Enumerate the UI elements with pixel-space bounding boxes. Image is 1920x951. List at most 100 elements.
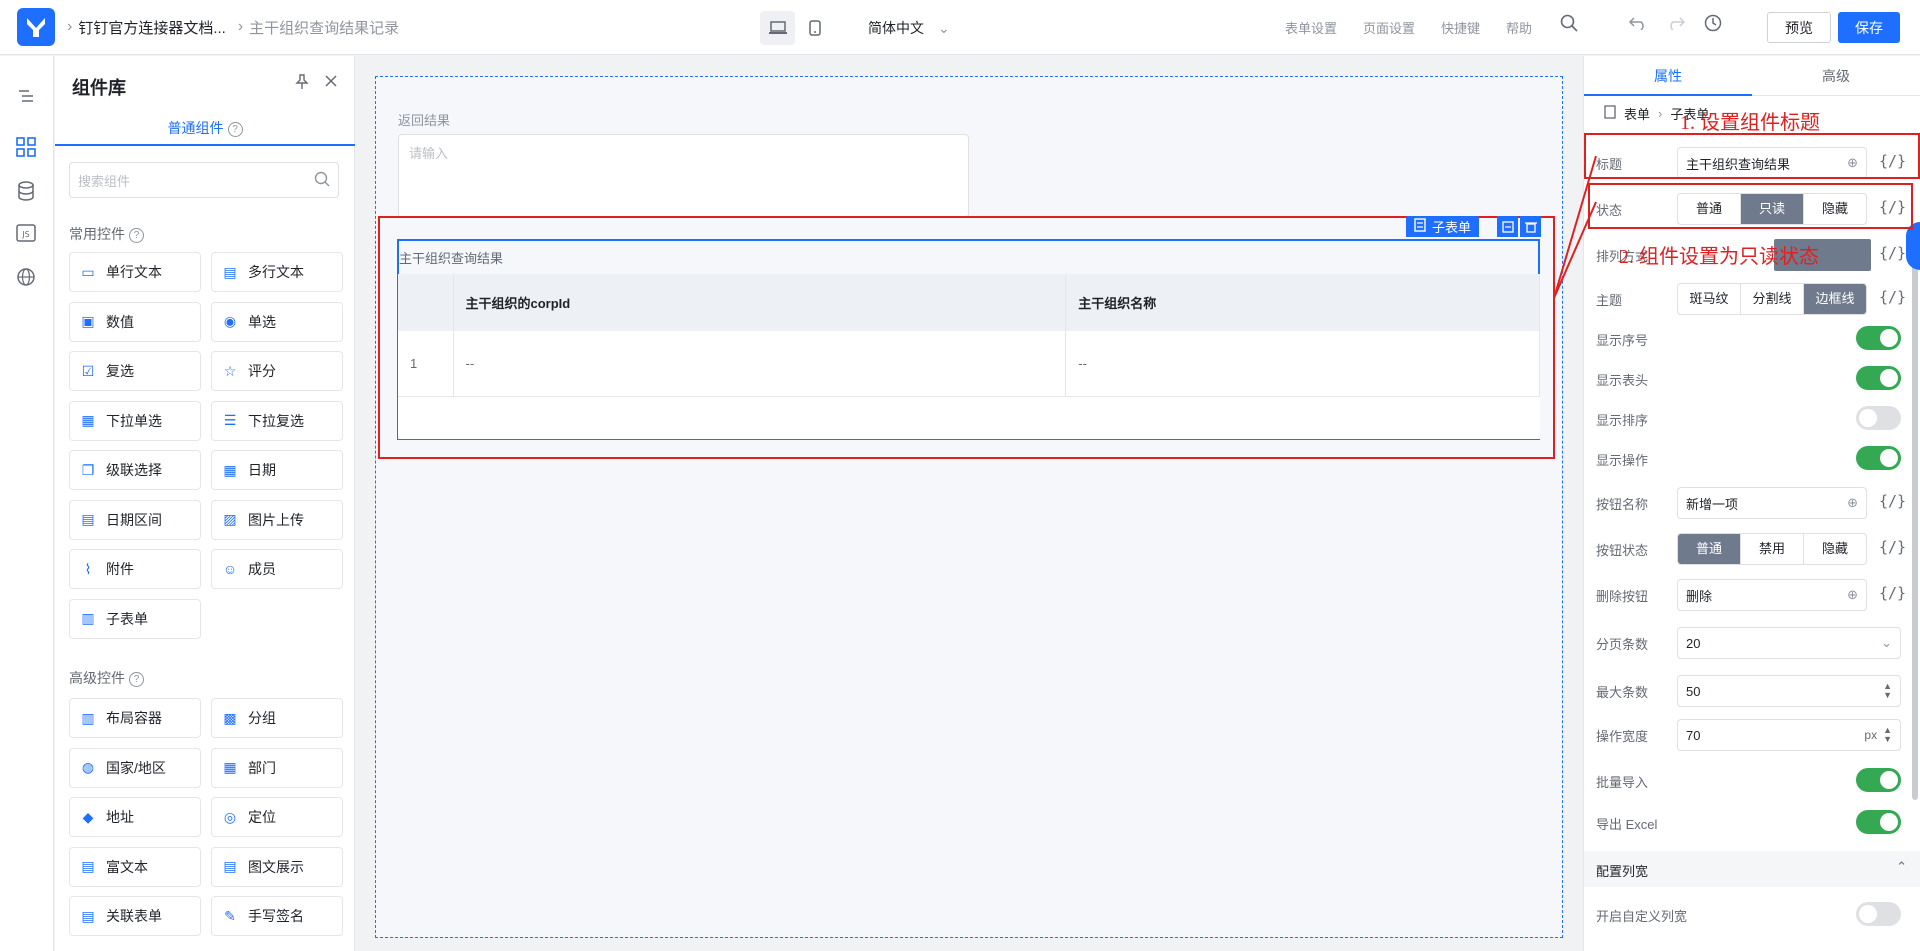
js-icon[interactable]: JS — [13, 220, 39, 246]
expression-icon[interactable]: {/} — [1879, 288, 1906, 306]
chevron-down-icon: ⌄ — [938, 19, 950, 36]
globe-icon[interactable] — [13, 264, 39, 290]
button-status-disabled[interactable]: 禁用 — [1741, 534, 1804, 564]
stepper-icon[interactable]: ▲ ▼ — [1883, 726, 1892, 744]
component-item[interactable]: ▤ 多行文本 — [211, 252, 343, 292]
component-item[interactable]: ▩ 分组 — [211, 698, 343, 738]
desktop-icon[interactable] — [760, 11, 795, 45]
component-item[interactable]: ▥ 子表单 — [69, 598, 201, 639]
undo-icon[interactable] — [1628, 16, 1648, 33]
config-col-width-header[interactable]: 配置列宽 ⌃ — [1584, 851, 1920, 887]
component-item[interactable]: ▦ 部门 — [211, 747, 343, 788]
tab-basic-components[interactable]: 普通组件? — [55, 116, 355, 146]
help-icon[interactable]: ? — [129, 228, 144, 243]
op-width-suffix: px ▲ ▼ — [1864, 726, 1892, 744]
globe-icon[interactable]: ⊕ — [1847, 495, 1858, 511]
component-item[interactable]: ▣ 数值 — [69, 301, 201, 342]
show-sort-toggle[interactable] — [1856, 406, 1901, 430]
breadcrumb-page[interactable]: 主干组织查询结果记录 — [249, 17, 399, 38]
component-item[interactable]: ◎ 定位 — [211, 797, 343, 837]
delete-icon[interactable] — [1520, 216, 1541, 237]
form-canvas[interactable]: 返回结果 请输入 — [375, 76, 1563, 938]
layout-icon: ▥ — [81, 709, 95, 726]
top-links: 表单设置 页面设置 快捷键 帮助 — [1285, 18, 1532, 37]
export-excel-toggle[interactable] — [1856, 810, 1901, 834]
batch-import-toggle[interactable] — [1856, 768, 1901, 792]
component-item[interactable]: ☆ 评分 — [211, 351, 343, 391]
tab-attributes[interactable]: 属性 — [1584, 56, 1752, 96]
breadcrumb-app[interactable]: 钉钉官方连接器文档... — [78, 17, 226, 38]
theme-zebra[interactable]: 斑马纹 — [1678, 284, 1741, 314]
language-select[interactable]: 简体中文 ⌄ — [868, 18, 950, 38]
expression-icon[interactable]: {/} — [1879, 584, 1906, 602]
help-icon[interactable]: ? — [227, 122, 243, 137]
mobile-icon[interactable] — [797, 11, 832, 45]
component-item[interactable]: ◍ 国家/地区 — [69, 747, 201, 788]
components-icon[interactable] — [13, 134, 39, 160]
component-search-input[interactable]: 搜索组件 — [69, 162, 339, 198]
component-item[interactable]: ▤ 日期区间 — [69, 499, 201, 540]
expression-icon[interactable]: {/} — [1879, 492, 1906, 510]
component-item[interactable]: ▭ 单行文本 — [69, 252, 201, 292]
search-icon[interactable] — [1560, 14, 1578, 35]
arrow-line-2 — [1553, 201, 1597, 299]
component-item[interactable]: ▦ 下拉单选 — [69, 400, 201, 441]
floating-assistant-button[interactable] — [1906, 222, 1920, 270]
datasource-icon[interactable] — [13, 178, 39, 204]
redo-icon[interactable] — [1666, 16, 1686, 33]
show-ops-toggle[interactable] — [1856, 446, 1901, 470]
page-size-select[interactable]: 20 ⌄ — [1677, 627, 1901, 659]
page-settings-link[interactable]: 页面设置 — [1363, 18, 1415, 37]
component-item[interactable]: ◉ 单选 — [211, 301, 343, 342]
save-button[interactable]: 保存 — [1838, 12, 1900, 43]
delete-button-input[interactable]: 删除 ⊕ — [1677, 579, 1867, 611]
component-item[interactable]: ▦ 日期 — [211, 450, 343, 490]
expression-icon[interactable]: {/} — [1879, 244, 1906, 262]
component-item[interactable]: ☑ 复选 — [69, 351, 201, 391]
component-item[interactable]: ☺ 成员 — [211, 549, 343, 589]
button-status-normal[interactable]: 普通 — [1678, 534, 1741, 564]
globe-icon[interactable]: ⊕ — [1847, 587, 1858, 603]
pin-icon[interactable] — [294, 74, 310, 93]
theme-border[interactable]: 边框线 — [1804, 284, 1866, 314]
component-item[interactable]: ▨ 图片上传 — [211, 499, 343, 540]
table-row: 1 -- -- — [398, 331, 1540, 397]
component-item[interactable]: ▥ 布局容器 — [69, 698, 201, 738]
form-settings-link[interactable]: 表单设置 — [1285, 18, 1337, 37]
component-item[interactable]: ▤ 图文展示 — [211, 846, 343, 887]
help-link[interactable]: 帮助 — [1506, 18, 1532, 37]
expression-icon[interactable]: {/} — [1879, 538, 1906, 556]
component-item[interactable]: ▤ 关联表单 — [69, 896, 201, 936]
custom-width-label: 开启自定义列宽 — [1596, 909, 1688, 924]
app-logo[interactable] — [17, 8, 55, 46]
result-textarea[interactable]: 请输入 — [398, 134, 969, 218]
component-item[interactable]: ▤ 富文本 — [69, 846, 201, 887]
custom-width-toggle[interactable] — [1856, 902, 1901, 926]
show-index-toggle[interactable] — [1856, 326, 1901, 350]
show-header-toggle[interactable] — [1856, 366, 1901, 390]
op-width-input[interactable]: 70 px ▲ ▼ — [1677, 719, 1901, 751]
component-item[interactable]: ⌇ 附件 — [69, 549, 201, 589]
crumb-form[interactable]: 表单 — [1624, 104, 1650, 123]
properties-scrollbar[interactable] — [1912, 250, 1918, 800]
button-name-input[interactable]: 新增一项 ⊕ — [1677, 487, 1867, 519]
component-item[interactable]: ❐ 级联选择 — [69, 450, 201, 490]
close-icon[interactable] — [324, 74, 338, 93]
stepper-icon[interactable]: ▲ ▼ — [1883, 682, 1892, 700]
theme-divider[interactable]: 分割线 — [1741, 284, 1804, 314]
component-label: 手写签名 — [248, 908, 304, 924]
copy-icon[interactable] — [1497, 216, 1518, 237]
shortcuts-link[interactable]: 快捷键 — [1441, 18, 1480, 37]
tab-advanced[interactable]: 高级 — [1752, 56, 1920, 96]
outline-icon[interactable] — [13, 84, 39, 110]
component-item[interactable]: ☰ 下拉复选 — [211, 400, 343, 441]
subform-tag[interactable]: 子表单 — [1406, 216, 1480, 237]
help-icon[interactable]: ? — [129, 672, 144, 687]
button-status-hidden[interactable]: 隐藏 — [1804, 534, 1866, 564]
max-count-input[interactable]: 50 ▲ ▼ — [1677, 675, 1901, 707]
history-icon[interactable] — [1704, 14, 1722, 35]
component-item[interactable]: ◆ 地址 — [69, 797, 201, 837]
preview-button[interactable]: 预览 — [1767, 12, 1831, 43]
properties-tabs: 属性 高级 — [1584, 56, 1920, 96]
component-item[interactable]: ✎ 手写签名 — [211, 896, 343, 936]
